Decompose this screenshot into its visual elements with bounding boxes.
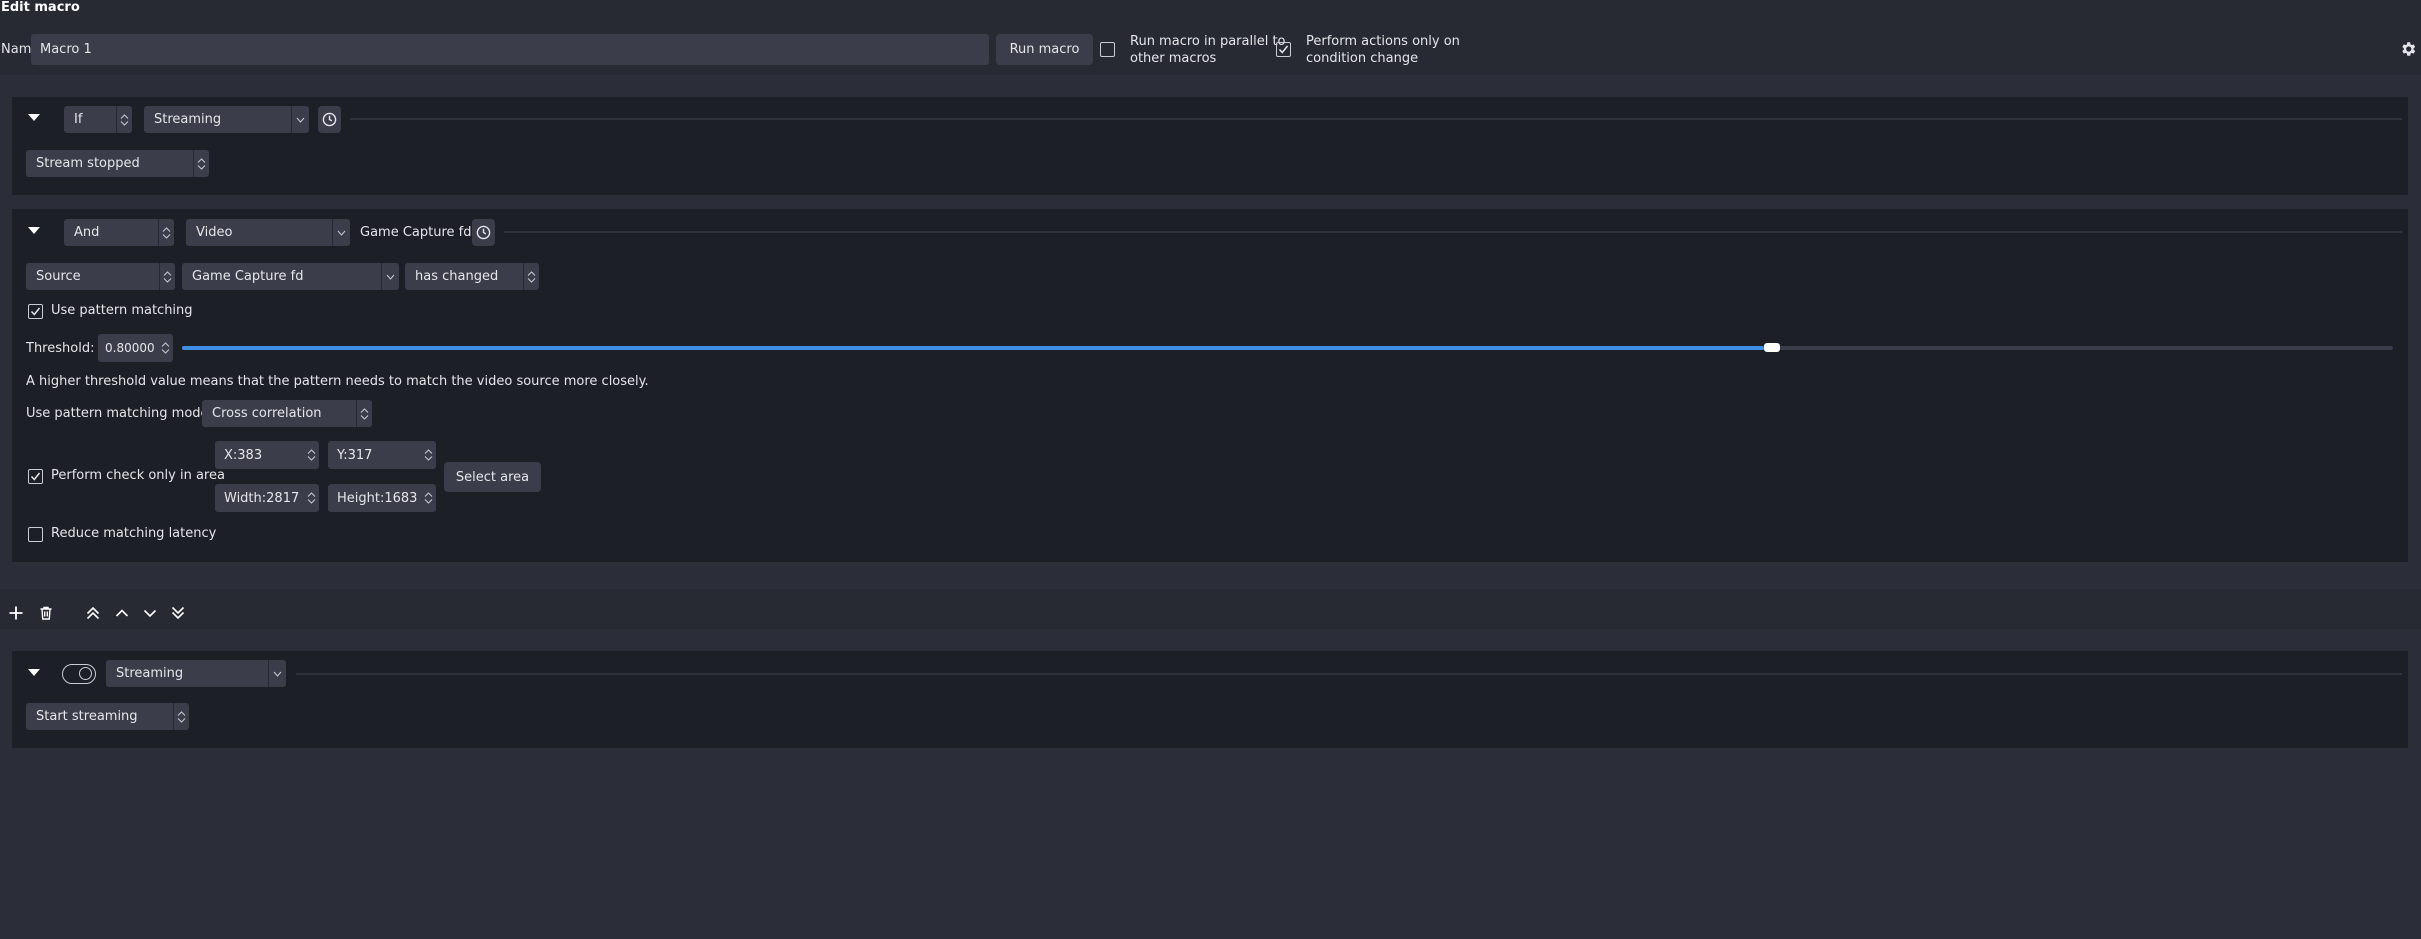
chevron-down-icon (268, 660, 286, 687)
spin-arrows-icon (356, 400, 372, 427)
header-divider (504, 231, 2402, 233)
chevron-down-icon (291, 106, 309, 133)
parallel-checkbox[interactable] (1100, 42, 1115, 57)
spin-arrows-icon (157, 334, 173, 362)
move-bottom-icon[interactable] (170, 605, 186, 625)
source-select[interactable]: Game Capture fd (182, 263, 399, 290)
spin-arrows-icon (193, 150, 209, 177)
source-kind-value: Source (36, 269, 81, 284)
toolbar (0, 589, 2421, 629)
latency-label: Reduce matching latency (51, 526, 217, 541)
action-type-select[interactable]: Streaming (106, 660, 286, 687)
condition-summary: Game Capture fd (360, 225, 472, 240)
settings-icon[interactable] (2399, 40, 2417, 62)
condition-change-checkbox[interactable] (1276, 42, 1291, 57)
add-icon[interactable] (8, 605, 24, 625)
window-title: Edit macro (1, 0, 80, 15)
area-height-input[interactable]: Height:1683 (328, 484, 436, 512)
threshold-input[interactable]: 0.80000 (98, 334, 173, 362)
move-up-icon[interactable] (114, 605, 130, 625)
use-pattern-checkbox[interactable] (28, 304, 43, 319)
header-divider (296, 673, 2402, 675)
threshold-value: 0.80000 (105, 341, 155, 355)
logic-selector[interactable]: If (64, 106, 132, 133)
spin-arrows-icon (116, 106, 132, 133)
duration-clock-button[interactable] (472, 219, 495, 246)
area-y-value: Y:317 (337, 447, 373, 463)
move-down-icon[interactable] (142, 605, 158, 625)
mode-selector[interactable]: Cross correlation (202, 400, 372, 427)
threshold-label: Threshold: (26, 341, 95, 356)
condition-type-value: Streaming (154, 112, 222, 127)
check-type-selector[interactable]: has changed (405, 263, 539, 290)
header-divider (350, 118, 2402, 120)
area-y-input[interactable]: Y:317 (328, 441, 436, 469)
condition-type-select[interactable]: Video (186, 219, 350, 246)
spin-arrows-icon (420, 484, 436, 512)
area-height-value: Height:1683 (337, 490, 418, 506)
condition-type-value: Video (196, 225, 233, 240)
source-kind-selector[interactable]: Source (26, 263, 175, 290)
condition-change-label: Perform actions only on condition change (1306, 33, 1460, 67)
clock-icon (476, 225, 491, 240)
parallel-label: Run macro in parallel to other macros (1130, 33, 1286, 67)
checkmark-icon (30, 307, 41, 316)
spin-arrows-icon (158, 219, 174, 246)
threshold-slider-fill (182, 346, 1764, 350)
area-width-input[interactable]: Width:2817 (215, 484, 319, 512)
collapse-icon[interactable] (28, 114, 40, 121)
spin-arrows-icon (303, 484, 319, 512)
threshold-slider-handle[interactable] (1764, 343, 1780, 352)
source-select-value: Game Capture fd (192, 269, 304, 284)
condition-change-label-line1: Perform actions only on (1306, 34, 1460, 49)
condition-panel-1 (12, 97, 2408, 195)
condition-type-select[interactable]: Streaming (144, 106, 309, 133)
threshold-hint: A higher threshold value means that the … (26, 374, 649, 389)
stream-action-selector[interactable]: Start streaming (26, 703, 189, 730)
area-checkbox[interactable] (28, 469, 43, 484)
chevron-down-icon (381, 263, 399, 290)
use-pattern-label: Use pattern matching (51, 303, 193, 318)
collapse-icon[interactable] (28, 669, 40, 676)
check-type-value: has changed (415, 269, 499, 284)
clock-icon (322, 112, 337, 127)
latency-checkbox[interactable] (28, 527, 43, 542)
spin-arrows-icon (420, 441, 436, 469)
spin-arrows-icon (523, 263, 539, 290)
collapse-icon[interactable] (28, 227, 40, 234)
checkmark-icon (1278, 45, 1289, 54)
area-x-value: X:383 (224, 447, 263, 463)
parallel-label-line2: other macros (1130, 51, 1217, 66)
action-type-value: Streaming (116, 666, 184, 681)
area-label: Perform check only in area (51, 468, 225, 483)
logic-selector[interactable]: And (64, 219, 174, 246)
move-top-icon[interactable] (85, 605, 101, 625)
toggle-icon[interactable] (62, 664, 96, 684)
spin-arrows-icon (159, 263, 175, 290)
macro-name-input[interactable]: Macro 1 (31, 34, 989, 65)
spin-arrows-icon (303, 441, 319, 469)
parallel-label-line1: Run macro in parallel to (1130, 34, 1286, 49)
logic-selector-value: And (74, 225, 100, 240)
chevron-down-icon (332, 219, 350, 246)
stream-state-selector[interactable]: Stream stopped (26, 150, 209, 177)
condition-change-label-line2: condition change (1306, 51, 1419, 66)
stream-state-value: Stream stopped (36, 156, 140, 171)
area-x-input[interactable]: X:383 (215, 441, 319, 469)
mode-label: Use pattern matching mode (26, 406, 209, 421)
duration-clock-button[interactable] (318, 106, 341, 133)
select-area-button[interactable]: Select area (444, 462, 541, 492)
spin-arrows-icon (173, 703, 189, 730)
checkmark-icon (30, 472, 41, 481)
trash-icon[interactable] (38, 605, 54, 625)
action-panel-1 (12, 651, 2408, 748)
mode-value: Cross correlation (212, 406, 322, 421)
run-macro-button[interactable]: Run macro (996, 34, 1093, 65)
stream-action-value: Start streaming (36, 709, 138, 724)
logic-selector-value: If (74, 112, 83, 127)
area-width-value: Width:2817 (224, 490, 300, 506)
